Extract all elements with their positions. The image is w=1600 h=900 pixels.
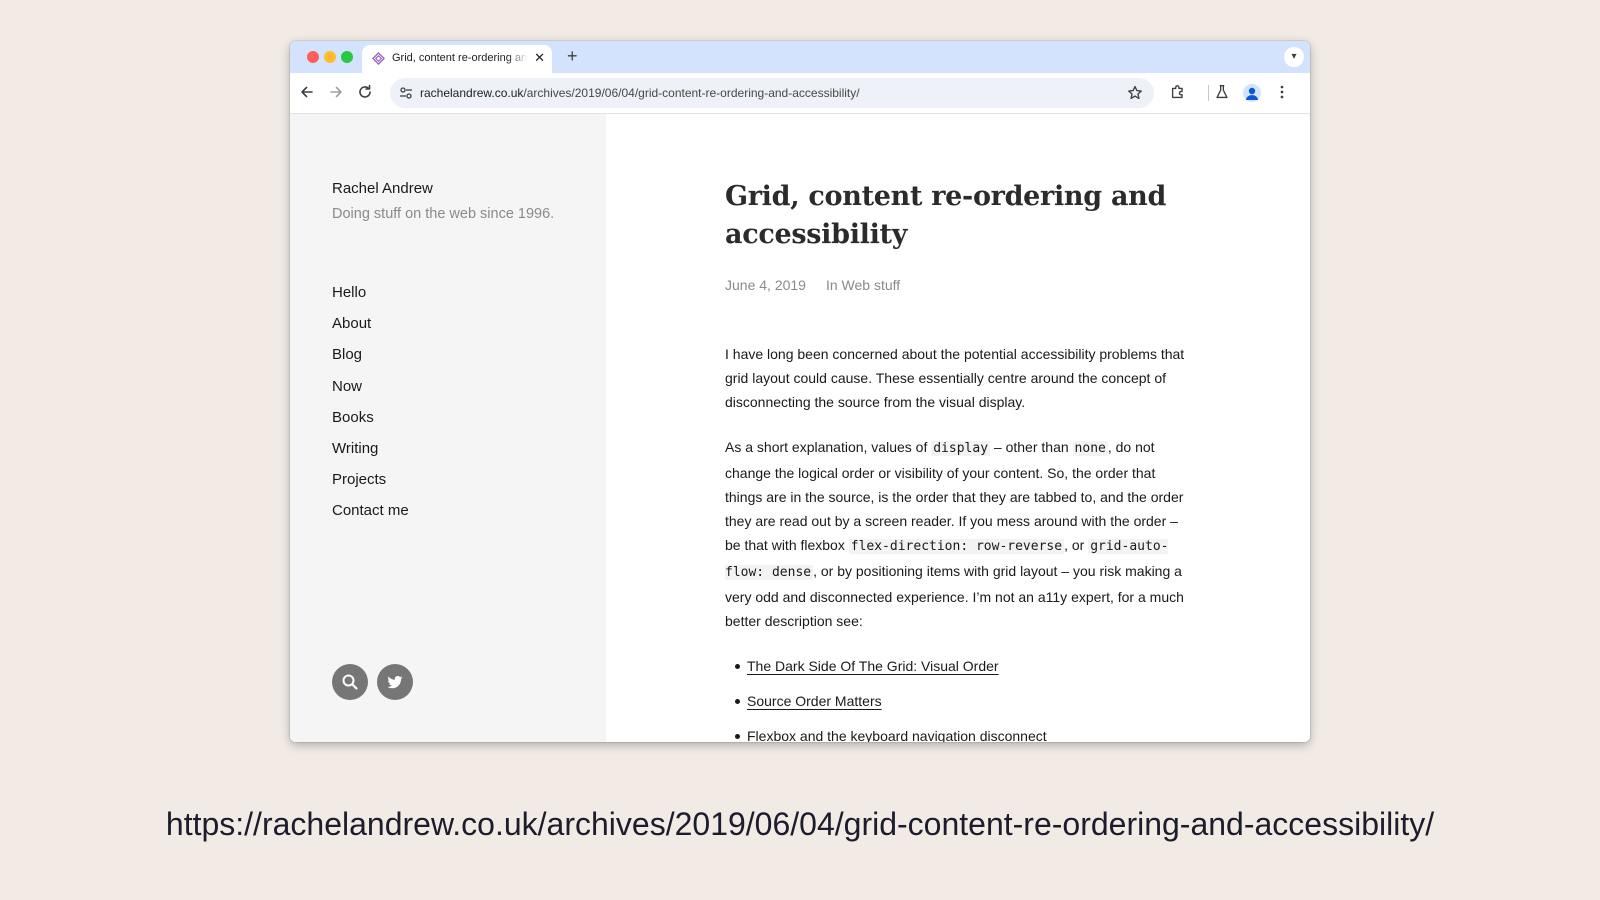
profile-avatar[interactable] — [1243, 84, 1261, 102]
post-category[interactable]: In Web stuff — [826, 277, 900, 293]
url-text[interactable]: rachelandrew.co.uk/archives/2019/06/04/g… — [420, 86, 860, 100]
text-run: As a short explanation, values of — [725, 439, 932, 455]
back-icon[interactable] — [297, 82, 317, 102]
nav-item-hello[interactable]: Hello — [332, 284, 409, 315]
maximize-window-button[interactable] — [341, 51, 353, 63]
reference-links: The Dark Side Of The Grid: Visual Order … — [725, 654, 1195, 742]
tab-bar: Grid, content re-ordering and accessibil… — [290, 41, 1310, 73]
profile-person-icon — [1246, 87, 1258, 100]
paragraph-explanation: As a short explanation, values of displa… — [725, 435, 1195, 633]
text-run: – other than — [990, 439, 1073, 455]
list-item: Flexbox and the keyboard navigation disc… — [735, 724, 1195, 742]
bookmark-star-icon[interactable] — [1126, 84, 1144, 102]
page-viewport: Rachel Andrew Doing stuff on the web sin… — [290, 114, 1310, 742]
url-caption: https://rachelandrew.co.uk/archives/2019… — [165, 806, 1435, 842]
post-date[interactable]: June 4, 2019 — [725, 277, 806, 293]
tab-search-dropdown[interactable]: ▾ — [1284, 47, 1304, 67]
more-menu-icon[interactable] — [1273, 83, 1291, 101]
tab-title: Grid, content re-ordering and accessibil… — [392, 52, 528, 64]
search-icon — [342, 674, 358, 690]
post-title: Grid, content re-ordering and accessibil… — [725, 181, 1167, 250]
link-source-order-matters[interactable]: Source Order Matters — [747, 693, 882, 709]
nav-item-projects[interactable]: Projects — [332, 471, 409, 502]
toolbar-divider — [1208, 85, 1209, 101]
code-display: display — [931, 441, 991, 456]
post-meta: June 4, 2019 In Web stuff — [725, 277, 900, 293]
nav-item-books[interactable]: Books — [332, 409, 409, 440]
search-button[interactable] — [332, 664, 368, 700]
forward-icon[interactable] — [326, 82, 346, 102]
tab-active[interactable]: Grid, content re-ordering and accessibil… — [362, 45, 552, 73]
nav-item-about[interactable]: About — [332, 315, 409, 346]
post-body: I have long been concerned about the pot… — [725, 342, 1195, 742]
link-flexbox-keyboard[interactable]: Flexbox and the keyboard navigation disc… — [747, 728, 1047, 742]
tab-close-icon[interactable]: ✕ — [534, 50, 545, 66]
text-run: , or — [1064, 537, 1089, 553]
paragraph-intro: I have long been concerned about the pot… — [725, 346, 1185, 410]
browser-window: Grid, content re-ordering and accessibil… — [290, 41, 1310, 742]
nav-item-writing[interactable]: Writing — [332, 440, 409, 471]
close-window-button[interactable] — [307, 51, 319, 63]
site-tagline: Doing stuff on the web since 1996. — [332, 206, 555, 222]
site-favicon-icon — [372, 52, 385, 65]
nav-item-blog[interactable]: Blog — [332, 346, 409, 377]
site-info-icon[interactable] — [398, 85, 414, 101]
code-flex-direction: flex-direction: row-reverse — [848, 539, 1065, 554]
list-item: The Dark Side Of The Grid: Visual Order — [735, 654, 1195, 689]
url-path: /archives/2019/06/04/grid-content-re-ord… — [523, 86, 860, 100]
reload-icon[interactable] — [355, 82, 375, 102]
extensions-icon[interactable] — [1169, 83, 1187, 101]
code-none: none — [1072, 441, 1108, 456]
link-dark-side-of-grid[interactable]: The Dark Side Of The Grid: Visual Order — [747, 658, 999, 674]
twitter-button[interactable] — [377, 664, 413, 700]
list-item: Source Order Matters — [735, 689, 1195, 724]
browser-toolbar: rachelandrew.co.uk/archives/2019/06/04/g… — [290, 73, 1310, 114]
twitter-icon — [387, 676, 403, 689]
url-host: rachelandrew.co.uk — [420, 86, 524, 100]
labs-flask-icon[interactable] — [1213, 83, 1231, 101]
site-sidebar: Rachel Andrew Doing stuff on the web sin… — [290, 114, 606, 742]
minimize-window-button[interactable] — [324, 51, 336, 63]
site-name-link[interactable]: Rachel Andrew — [332, 180, 433, 197]
nav-item-contact[interactable]: Contact me — [332, 502, 409, 533]
new-tab-button[interactable]: + — [567, 46, 578, 66]
primary-nav: Hello About Blog Now Books Writing Proje… — [332, 284, 409, 534]
nav-item-now[interactable]: Now — [332, 378, 409, 409]
address-bar[interactable]: rachelandrew.co.uk/archives/2019/06/04/g… — [390, 78, 1154, 108]
text-run: , do not change the logical order or vis… — [725, 439, 1184, 553]
